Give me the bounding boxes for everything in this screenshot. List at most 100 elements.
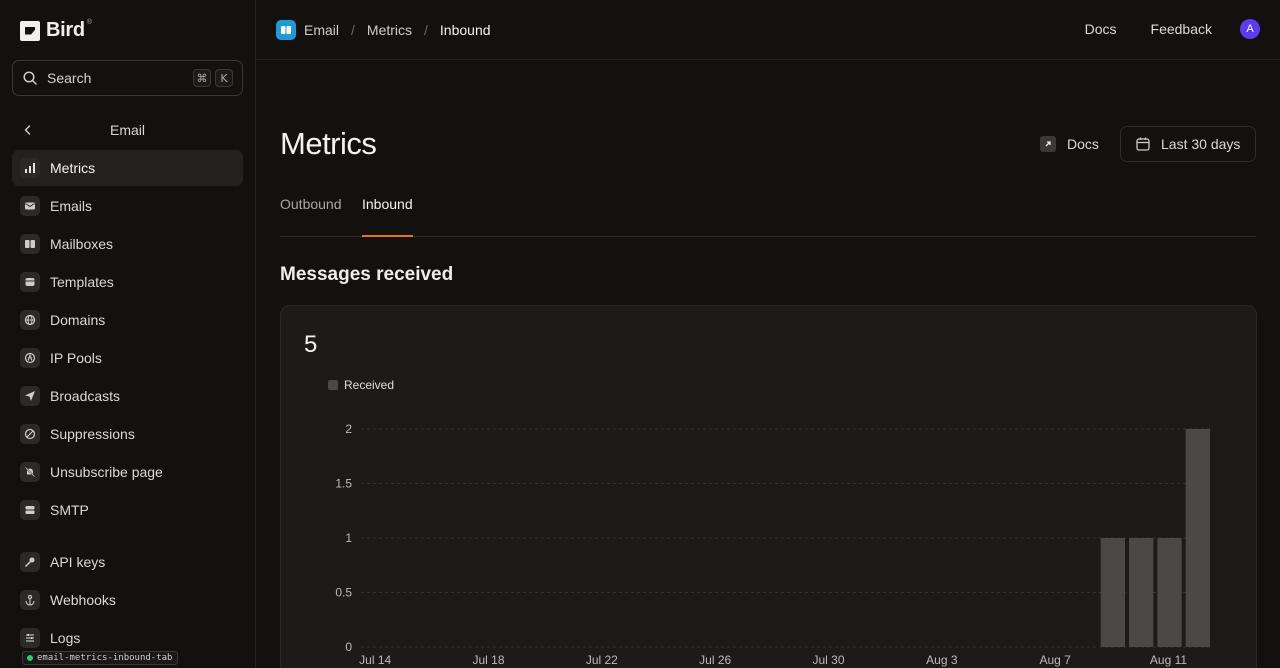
sidebar-item-broadcasts[interactable]: Broadcasts: [12, 378, 243, 414]
legend-swatch: [328, 380, 338, 390]
bar: [1185, 429, 1210, 647]
sidebar-item-label: Suppressions: [50, 426, 135, 442]
y-tick-label: 0: [345, 640, 352, 654]
tab-inbound[interactable]: Inbound: [362, 196, 413, 237]
element-tag-tooltip: email-metrics-inbound-tab: [22, 651, 179, 665]
sidebar-item-label: Emails: [50, 198, 93, 214]
bell-off-icon: [20, 462, 40, 482]
sidebar-item-ip-pools[interactable]: IP Pools: [12, 340, 243, 376]
sidebar-item-label: Webhooks: [50, 592, 116, 608]
envelope-icon: [20, 196, 40, 216]
avatar[interactable]: A: [1240, 19, 1260, 39]
shortcut-k-key: K: [215, 69, 233, 87]
x-tick-label: Jul 22: [586, 653, 618, 667]
sidebar-item-webhooks[interactable]: Webhooks: [12, 582, 243, 618]
y-tick-label: 0.5: [335, 586, 352, 600]
total-count: 5: [304, 331, 318, 358]
back-chevron-icon[interactable]: [12, 114, 44, 146]
sidebar-item-mailboxes[interactable]: Mailboxes: [12, 226, 243, 262]
breadcrumb-separator: /: [424, 22, 428, 38]
sidebar-item-label: Templates: [50, 274, 114, 290]
brand-name: Bird: [46, 19, 85, 41]
sidebar-item-emails[interactable]: Emails: [12, 188, 243, 224]
brand-logo[interactable]: Bird ®: [20, 19, 92, 42]
external-link-icon: [1040, 136, 1056, 152]
topbar-actions: Docs Feedback A: [1051, 19, 1260, 39]
bird-logo-icon: [20, 20, 40, 41]
tab-outbound[interactable]: Outbound: [280, 196, 342, 236]
sidebar-item-label: SMTP: [50, 502, 89, 518]
mailbox-icon: [20, 234, 40, 254]
sidebar-item-metrics[interactable]: Metrics: [12, 150, 243, 186]
docs-link[interactable]: Docs: [1085, 21, 1117, 37]
sidebar-item-label: API keys: [50, 554, 106, 570]
sidebar-item-domains[interactable]: Domains: [12, 302, 243, 338]
date-range-label: Last 30 days: [1161, 136, 1241, 152]
metrics-tabs: Outbound Inbound: [280, 196, 1256, 237]
x-tick-label: Jul 30: [812, 653, 844, 667]
breadcrumb: Email / Metrics / Inbound: [276, 20, 491, 40]
block-icon: [20, 424, 40, 444]
breadcrumb-metrics[interactable]: Metrics: [367, 22, 412, 38]
docs-button-label: Docs: [1067, 136, 1099, 152]
logs-icon: [20, 628, 40, 648]
sidebar-item-label: Logs: [50, 630, 81, 646]
sidebar-divider: [12, 530, 243, 544]
app-root: Bird ® Search ⌘ K Email Metrics Emails M…: [0, 0, 1280, 668]
section-title: Messages received: [280, 264, 454, 285]
breadcrumb-inbound: Inbound: [439, 22, 491, 38]
x-tick-label: Aug 11: [1150, 653, 1187, 667]
sidebar-item-label: Unsubscribe page: [50, 464, 163, 480]
sidebar-item-unsubscribe-page[interactable]: Unsubscribe page: [12, 454, 243, 490]
sidebar-item-suppressions[interactable]: Suppressions: [12, 416, 243, 452]
x-tick-label: Jul 26: [699, 653, 731, 667]
sidebar-item-smtp[interactable]: SMTP: [12, 492, 243, 528]
x-tick-label: Jul 14: [359, 653, 391, 667]
brand-trademark: ®: [86, 19, 92, 26]
ip-pool-icon: [20, 348, 40, 368]
calendar-icon: [1136, 137, 1150, 151]
email-app-icon: [276, 20, 296, 40]
y-tick-label: 2: [345, 422, 352, 436]
x-tick-label: Aug 7: [1039, 653, 1071, 667]
sidebar-item-label: Broadcasts: [50, 388, 121, 404]
bar-chart-icon: [20, 158, 40, 178]
date-range-button[interactable]: Last 30 days: [1120, 126, 1256, 162]
key-icon: [20, 552, 40, 572]
bar: [1129, 538, 1154, 647]
topbar: Email / Metrics / Inbound Docs Feedback …: [256, 0, 1280, 60]
feedback-link[interactable]: Feedback: [1151, 21, 1212, 37]
breadcrumb-separator: /: [351, 22, 355, 38]
x-tick-label: Jul 18: [472, 653, 504, 667]
send-icon: [20, 386, 40, 406]
search-icon: [23, 71, 37, 85]
docs-button[interactable]: Docs: [1040, 130, 1099, 158]
search-box[interactable]: Search ⌘ K: [12, 60, 243, 96]
sidebar-nav: Metrics Emails Mailboxes Templates Domai…: [12, 150, 243, 658]
sidebar-item-label: IP Pools: [50, 350, 102, 366]
y-tick-label: 1.5: [335, 477, 352, 491]
chart-legend: Received: [328, 378, 394, 392]
bar: [1100, 538, 1125, 647]
sidebar-item-api-keys[interactable]: API keys: [12, 544, 243, 580]
globe-icon: [20, 310, 40, 330]
sidebar-item-templates[interactable]: Templates: [12, 264, 243, 300]
search-label: Search: [47, 70, 92, 86]
template-icon: [20, 272, 40, 292]
sidebar-section-title: Email: [109, 122, 145, 138]
sidebar-item-label: Mailboxes: [50, 236, 114, 252]
sidebar-item-label: Domains: [50, 312, 106, 328]
legend-label: Received: [344, 378, 395, 392]
sidebar-item-label: Metrics: [50, 160, 96, 176]
y-tick-label: 1: [345, 531, 352, 545]
shortcut-cmd-key: ⌘: [193, 69, 211, 87]
server-icon: [20, 500, 40, 520]
x-tick-label: Aug 3: [926, 653, 958, 667]
page-title: Metrics: [280, 126, 377, 161]
sidebar: Bird ® Search ⌘ K Email Metrics Emails M…: [0, 0, 256, 668]
messages-received-chart: 0 0.5 1 1.5 2 Jul 14 Jul 18 Jul 22 Jul 26 Jul 30 A…: [335, 422, 1211, 667]
sidebar-section-header: Email: [12, 114, 243, 146]
breadcrumb-email[interactable]: Email: [304, 22, 339, 38]
webhook-icon: [20, 590, 40, 610]
bar: [1157, 538, 1182, 647]
